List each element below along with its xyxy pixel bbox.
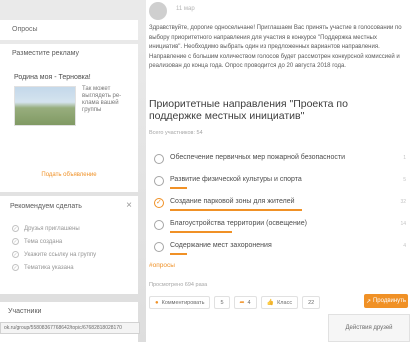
- promote-button[interactable]: ↗ Продвинуть: [364, 294, 408, 308]
- check-icon: ✓: [12, 238, 19, 245]
- sidebar-item-polls[interactable]: Опросы: [0, 20, 138, 40]
- status-url: ok.ru/group/55808367768642/topic/6768281…: [0, 322, 140, 334]
- post-card: 11 мар Здравствуйте, дорогие односельчан…: [146, 0, 410, 342]
- left-column: Опросы Разместите рекламу Родина моя - Т…: [0, 0, 140, 342]
- list-item[interactable]: ✓ Друзья приглашены: [12, 222, 96, 235]
- poll-option-count: 4: [403, 243, 406, 249]
- like-icon: 👍: [266, 300, 275, 306]
- poll-option-label: Обеспечение первичных мер пожарной безоп…: [170, 154, 346, 161]
- recommend-list: ✓ Друзья приглашены ✓ Тема создана ✓ Укажит…: [12, 222, 96, 274]
- poll-option-label: Создание парковой зоны для жителей: [170, 198, 295, 205]
- views-count: Просмотрено 694 раза: [149, 282, 208, 288]
- radio-icon[interactable]: [154, 220, 164, 230]
- share-icon: ➦: [239, 300, 245, 306]
- recommend-card: Рекомендуем сделать × ✓ Друзья приглашены…: [0, 196, 138, 294]
- friends-activity-button[interactable]: Действия друзей: [328, 314, 410, 342]
- poll-option-label: Содержание мест захоронения: [170, 242, 272, 249]
- list-item[interactable]: ✓ Укажите ссылку на группу: [12, 248, 96, 261]
- poll-option-count: 32: [400, 199, 406, 205]
- poll-option[interactable]: Создание парковой зоны для жителей 32: [154, 194, 410, 214]
- poll-option[interactable]: Благоустройства территории (освещение) 14: [154, 216, 410, 236]
- page: Опросы Разместите рекламу Родина моя - Т…: [0, 0, 410, 342]
- comment-button[interactable]: ● Комментировать: [149, 296, 211, 309]
- submit-ad-link[interactable]: Подать объявление: [0, 172, 138, 178]
- post-text: Здравствуйте, дорогие односельчане! Приг…: [149, 25, 402, 70]
- poll-option-bar: [170, 187, 187, 189]
- poll-participants: Всего участников: 54: [149, 130, 203, 136]
- post-actions: ● Комментировать 5 ➦ 4 👍 Класс 22: [149, 296, 321, 309]
- comment-icon: ●: [155, 299, 159, 306]
- ad-title[interactable]: Родина моя - Терновка!: [14, 74, 91, 81]
- poll-title: Приоритетные направления "Проекта по под…: [149, 98, 348, 122]
- ad-image[interactable]: [14, 86, 76, 126]
- list-item[interactable]: ✓ Тема создана: [12, 235, 96, 248]
- sidebar-item-label: Опросы: [12, 26, 38, 33]
- radio-checked-icon[interactable]: [154, 198, 164, 208]
- poll-option[interactable]: Развитие физической культуры и спорта 5: [154, 172, 410, 192]
- recommend-header: Рекомендуем сделать: [10, 203, 82, 210]
- poll-option-count: 5: [403, 177, 406, 183]
- ads-card: Разместите рекламу Родина моя - Терновка…: [0, 44, 138, 192]
- participants-header: Участники: [8, 308, 42, 315]
- poll-option-count: 14: [400, 221, 406, 227]
- poll-option-bar: [170, 253, 187, 255]
- poll-option[interactable]: Содержание мест захоронения 4: [154, 238, 410, 258]
- like-count: 22: [302, 296, 321, 309]
- like-button[interactable]: 👍 Класс: [260, 296, 299, 309]
- radio-icon[interactable]: [154, 154, 164, 164]
- check-icon: ✓: [12, 225, 19, 232]
- ads-header: Разместите рекламу: [12, 50, 80, 57]
- poll-option-count: 1: [403, 155, 406, 161]
- check-icon: ✓: [12, 264, 19, 271]
- radio-icon[interactable]: [154, 242, 164, 252]
- ad-text: Так может выглядеть ре-клама вашей групп…: [82, 86, 122, 113]
- list-item[interactable]: ✓ Тематика указана: [12, 261, 96, 274]
- avatar[interactable]: [149, 2, 167, 20]
- poll-option-label: Благоустройства территории (освещение): [170, 220, 307, 227]
- share-button[interactable]: ➦ 4: [233, 296, 257, 309]
- poll-option[interactable]: Обеспечение первичных мер пожарной безоп…: [154, 150, 410, 170]
- post-date: 11 мар: [176, 6, 195, 12]
- hashtag-link[interactable]: #опросы: [149, 262, 175, 269]
- promote-icon: ↗: [365, 298, 371, 305]
- poll-option-label: Развитие физической культуры и спорта: [170, 176, 302, 183]
- poll-option-bar: [170, 209, 302, 211]
- comment-count: 5: [214, 296, 230, 309]
- poll-option-bar: [170, 231, 233, 233]
- close-icon[interactable]: ×: [126, 200, 132, 211]
- check-icon: ✓: [12, 251, 19, 258]
- radio-icon[interactable]: [154, 176, 164, 186]
